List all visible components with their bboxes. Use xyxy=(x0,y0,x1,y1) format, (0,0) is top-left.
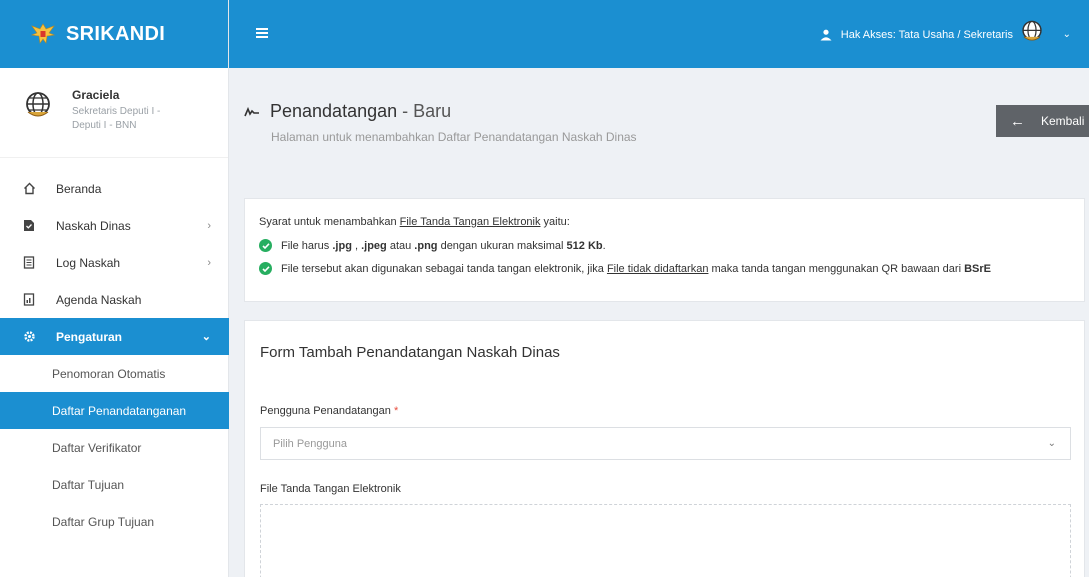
requirements-intro: Syarat untuk menambahkan File Tanda Tang… xyxy=(259,216,570,228)
sidebar-menu: Beranda Naskah Dinas › Log Naskah › Agen… xyxy=(0,170,229,540)
brand[interactable]: SRIKANDI xyxy=(0,0,228,68)
file-not-registered-link[interactable]: File tidak didaftarkan xyxy=(607,263,709,275)
avatar-globe-icon xyxy=(26,92,50,117)
page-header: Penandatangan - Baru Halaman untuk menam… xyxy=(229,68,1089,188)
sidebar-item-log-naskah[interactable]: Log Naskah › xyxy=(0,244,229,281)
chevron-right-icon: › xyxy=(207,219,211,232)
profile-name: Graciela xyxy=(72,88,120,102)
sidebar-subitem-daftar-penandatanganan[interactable]: Daftar Penandatanganan xyxy=(0,392,229,429)
sidebar-item-agenda-naskah[interactable]: Agenda Naskah xyxy=(0,281,229,318)
chevron-right-icon: › xyxy=(207,256,211,269)
requirement-text: File harus .jpg , .jpeg atau .png dengan… xyxy=(281,239,606,252)
home-icon xyxy=(22,182,36,196)
sidebar-item-label: Log Naskah xyxy=(56,255,121,270)
form-panel: Form Tambah Penandatangan Naskah Dinas P… xyxy=(244,320,1085,577)
sidebar-item-pengaturan[interactable]: Pengaturan ⌄ xyxy=(0,318,229,355)
user-select[interactable]: Pilih Pengguna ⌄ xyxy=(260,427,1071,460)
sidebar-subitem-daftar-tujuan[interactable]: Daftar Tujuan xyxy=(0,466,229,503)
page-subtitle: Halaman untuk menambahkan Daftar Penanda… xyxy=(271,130,637,144)
agenda-icon xyxy=(22,293,36,307)
file-dropzone[interactable] xyxy=(260,504,1071,577)
page-title: Penandatangan - Baru xyxy=(270,101,452,121)
requirement-item: File tersebut akan digunakan sebagai tan… xyxy=(259,262,1084,275)
signature-icon xyxy=(244,106,259,116)
document-icon xyxy=(22,219,36,233)
sidebar-item-label: Pengaturan xyxy=(56,329,123,344)
hamburger-menu-icon[interactable] xyxy=(256,28,268,39)
user-select-placeholder: Pilih Pengguna xyxy=(273,437,348,450)
arrow-left-icon: ← xyxy=(1010,112,1025,130)
check-circle-icon xyxy=(259,262,272,275)
garuda-logo-icon xyxy=(30,23,56,44)
user-icon xyxy=(820,29,832,41)
sidebar-item-label: Beranda xyxy=(56,181,102,196)
user-profile: Graciela Sekretaris Deputi I - Deputi I … xyxy=(0,68,228,158)
required-mark: * xyxy=(393,405,399,417)
chevron-down-icon: ⌄ xyxy=(1047,438,1056,449)
requirement-item: File harus .jpg , .jpeg atau .png dengan… xyxy=(259,239,1084,252)
sidebar-item-beranda[interactable]: Beranda xyxy=(0,170,229,207)
top-navbar: Hak Akses: Tata Usaha / Sekretaris ⌄ xyxy=(229,0,1089,68)
profile-role: Sekretaris Deputi I - Deputi I - BNN xyxy=(72,106,161,131)
gear-icon xyxy=(22,330,36,344)
requirements-link[interactable]: File Tanda Tangan Elektronik xyxy=(400,216,541,228)
sidebar: SRIKANDI Graciela Sekretaris Deputi I - … xyxy=(0,0,229,577)
check-circle-icon xyxy=(259,239,272,252)
sidebar-subitem-daftar-verifikator[interactable]: Daftar Verifikator xyxy=(0,429,229,466)
access-label: Hak Akses: Tata Usaha / Sekretaris xyxy=(840,29,1013,41)
sidebar-item-naskah-dinas[interactable]: Naskah Dinas › xyxy=(0,207,229,244)
requirements-panel: Syarat untuk menambahkan File Tanda Tang… xyxy=(244,198,1085,302)
avatar-globe-icon[interactable] xyxy=(1019,19,1045,45)
back-button[interactable]: ← Kembali xyxy=(996,105,1089,137)
sidebar-subitem-penomoran-otomatis[interactable]: Penomoran Otomatis xyxy=(0,355,229,392)
requirement-text: File tersebut akan digunakan sebagai tan… xyxy=(281,262,991,275)
sidebar-item-label: Naskah Dinas xyxy=(56,218,131,233)
user-field-label: Pengguna Penandatangan * xyxy=(260,405,399,417)
app-name: SRIKANDI xyxy=(66,22,166,45)
sidebar-subitem-daftar-grup-tujuan[interactable]: Daftar Grup Tujuan xyxy=(0,503,229,540)
sidebar-item-label: Agenda Naskah xyxy=(56,292,142,307)
form-title: Form Tambah Penandatangan Naskah Dinas xyxy=(260,344,560,361)
chevron-down-icon[interactable]: ⌄ xyxy=(1063,29,1071,40)
log-icon xyxy=(22,256,36,270)
chevron-down-icon: ⌄ xyxy=(201,331,211,343)
file-field-label: File Tanda Tangan Elektronik xyxy=(260,483,401,495)
access-role[interactable]: Hak Akses: Tata Usaha / Sekretaris xyxy=(819,29,1013,41)
